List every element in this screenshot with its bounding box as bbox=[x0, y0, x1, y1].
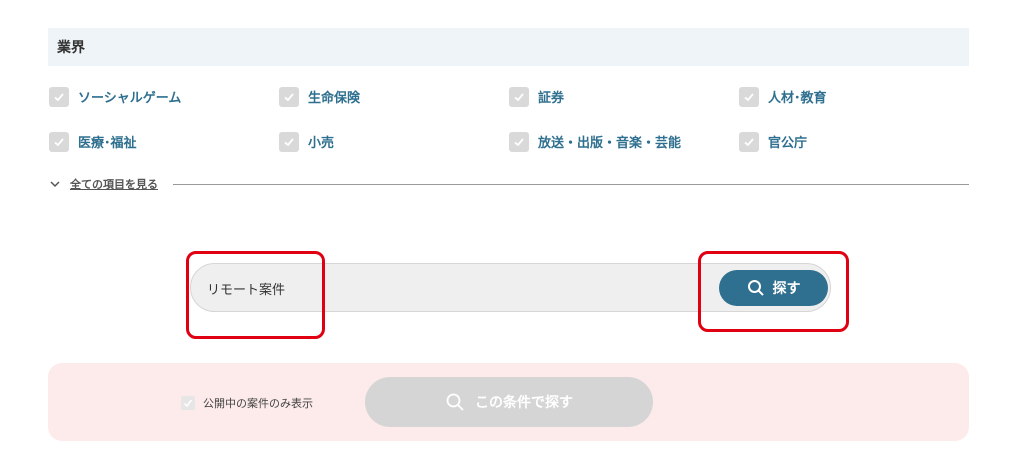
check-icon bbox=[744, 137, 754, 146]
show-all-row: 全ての項目を見る bbox=[49, 175, 969, 193]
search-footer-panel: 公開中の案件のみ表示 この条件で探す bbox=[48, 363, 969, 441]
search-icon bbox=[446, 393, 464, 411]
checkbox[interactable] bbox=[509, 131, 529, 152]
industry-option-label: 証券 bbox=[538, 91, 565, 106]
checkbox[interactable] bbox=[279, 131, 299, 152]
checkbox[interactable] bbox=[181, 396, 195, 410]
condition-search-button-label: この条件で探す bbox=[475, 395, 573, 411]
industry-option-securities[interactable]: 証券 bbox=[509, 86, 739, 107]
industry-section-header: 業界 bbox=[48, 28, 969, 66]
show-all-link[interactable]: 全ての項目を見る bbox=[70, 176, 158, 192]
check-icon bbox=[514, 92, 524, 101]
public-only-label: 公開中の案件のみ表示 bbox=[203, 397, 313, 410]
industry-option-label: 官公庁 bbox=[768, 136, 808, 151]
public-only-checkbox[interactable]: 公開中の案件のみ表示 bbox=[181, 395, 313, 411]
industry-title: 業界 bbox=[57, 40, 85, 56]
check-icon bbox=[284, 137, 294, 146]
check-icon bbox=[514, 137, 524, 146]
industry-checkbox-grid: ソーシャルゲーム 生命保険 証券 人材･教育 医療･福祉 小売 放送・出版・音楽… bbox=[49, 86, 969, 152]
industry-option-label: 小売 bbox=[308, 136, 335, 151]
check-icon bbox=[54, 137, 64, 146]
industry-option-government[interactable]: 官公庁 bbox=[739, 131, 969, 152]
keyword-search-input[interactable] bbox=[203, 272, 681, 304]
industry-option-label: 医療･福祉 bbox=[78, 136, 137, 151]
checkbox[interactable] bbox=[49, 86, 69, 107]
industry-option-social-game[interactable]: ソーシャルゲーム bbox=[49, 86, 279, 107]
industry-option-hr-education[interactable]: 人材･教育 bbox=[739, 86, 969, 107]
divider bbox=[173, 183, 969, 185]
check-icon bbox=[744, 92, 754, 101]
check-icon bbox=[183, 399, 193, 408]
search-icon bbox=[747, 280, 764, 296]
check-icon bbox=[54, 92, 64, 101]
condition-search-button[interactable]: この条件で探す bbox=[365, 377, 653, 427]
checkbox[interactable] bbox=[279, 86, 299, 107]
checkbox[interactable] bbox=[739, 131, 759, 152]
industry-option-label: ソーシャルゲーム bbox=[78, 91, 182, 106]
checkbox[interactable] bbox=[739, 86, 759, 107]
checkbox[interactable] bbox=[509, 86, 529, 107]
industry-option-label: 生命保険 bbox=[308, 91, 361, 106]
search-button[interactable]: 探す bbox=[719, 270, 828, 306]
industry-option-broadcast-publishing[interactable]: 放送・出版・音楽・芸能 bbox=[509, 131, 739, 152]
industry-option-label: 人材･教育 bbox=[768, 91, 827, 106]
industry-option-label: 放送・出版・音楽・芸能 bbox=[538, 136, 682, 151]
search-button-label: 探す bbox=[772, 281, 801, 297]
chevron-down-icon[interactable] bbox=[49, 178, 61, 190]
industry-option-life-insurance[interactable]: 生命保険 bbox=[279, 86, 509, 107]
industry-option-retail[interactable]: 小売 bbox=[279, 131, 509, 152]
keyword-search-bar: 探す bbox=[190, 263, 831, 312]
check-icon bbox=[284, 92, 294, 101]
industry-option-medical-welfare[interactable]: 医療･福祉 bbox=[49, 131, 279, 152]
checkbox[interactable] bbox=[49, 131, 69, 152]
